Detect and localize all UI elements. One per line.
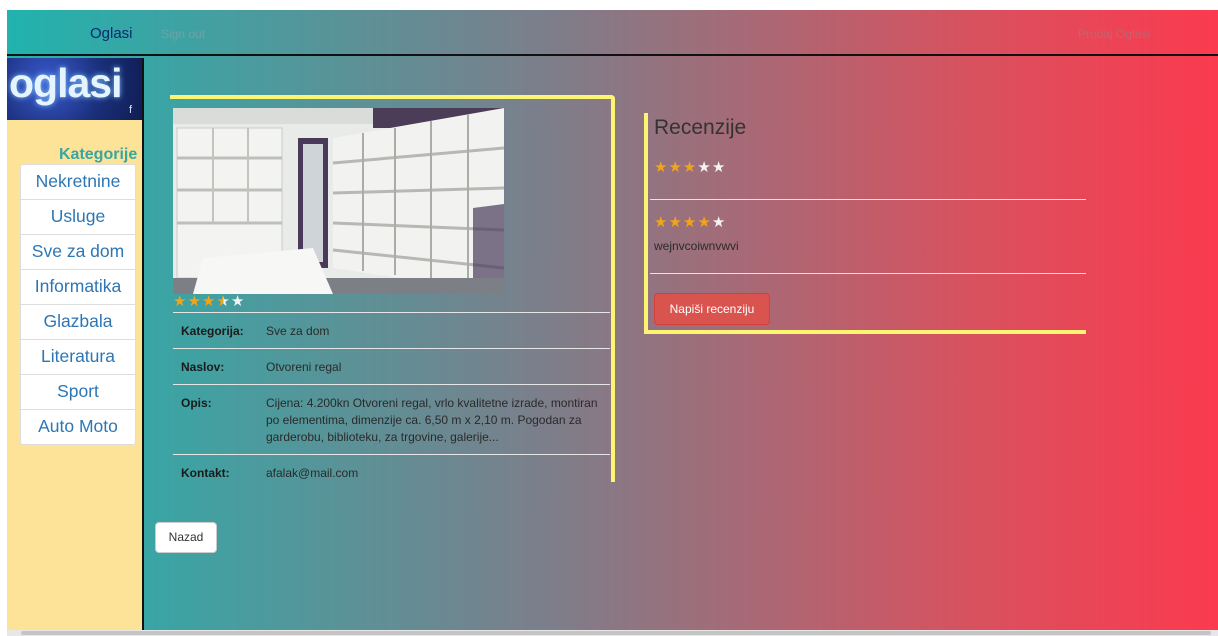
star-icon: ★ — [668, 214, 683, 231]
horizontal-scrollbar[interactable] — [7, 630, 1218, 636]
ad-info-table: Kategorija: Sve za dom Naslov: Otvoreni … — [173, 312, 610, 490]
reviews-panel: Recenzije ★★★★★ ★★★★★ wejnvcoiwnvwvi Nap… — [644, 113, 1086, 334]
star-half-icon: ★ — [216, 293, 231, 310]
back-button[interactable]: Nazad — [155, 522, 217, 553]
row-label: Naslov: — [173, 348, 258, 385]
category-list: Nekretnine Usluge Sve za dom Informatika… — [20, 164, 136, 445]
row-value: Otvoreni regal — [258, 348, 610, 385]
category-item-usluge[interactable]: Usluge — [20, 199, 136, 234]
review-rating-stars: ★★★★★ — [654, 158, 726, 176]
brand-link[interactable]: Oglasi — [90, 25, 133, 42]
scrollbar-thumb[interactable] — [21, 631, 1211, 635]
logo-text: oglasi — [9, 60, 122, 106]
row-label: Opis: — [173, 384, 258, 455]
row-label: Kategorija: — [173, 312, 258, 349]
review-rating-stars: ★★★★★ — [654, 213, 726, 231]
categories-title: Kategorije — [59, 146, 138, 163]
star-icon: ★ — [654, 214, 669, 231]
shelf-image — [173, 108, 504, 294]
star-icon: ★ — [668, 159, 683, 176]
category-item-sve-za-dom[interactable]: Sve za dom — [20, 234, 136, 269]
star-empty-icon: ★ — [711, 214, 727, 231]
star-icon: ★ — [682, 214, 698, 231]
sell-ad-link[interactable]: Prodaj Oglasi — [1078, 27, 1150, 41]
category-item-sport[interactable]: Sport — [20, 374, 136, 409]
sign-out-link[interactable]: Sign out — [161, 27, 205, 41]
row-label: Kontakt: — [173, 454, 258, 490]
table-row: Kategorija: Sve za dom — [173, 312, 610, 349]
star-icon: ★ — [654, 159, 669, 176]
table-row: Naslov: Otvoreni regal — [173, 348, 610, 385]
app-frame: Oglasi Sign out Prodaj Oglasi oglasi f K… — [7, 10, 1218, 636]
top-navbar: Oglasi Sign out Prodaj Oglasi — [7, 10, 1218, 56]
star-empty-icon: ★ — [230, 293, 246, 310]
review-divider — [650, 199, 1086, 200]
logo-mark: f — [128, 104, 132, 116]
star-empty-icon: ★ — [697, 159, 712, 176]
review-divider — [650, 273, 1086, 274]
ad-photo — [173, 108, 504, 294]
row-value: Sve za dom — [258, 312, 610, 349]
table-row: Opis: Cijena: 4.200kn Otvoreni regal, vr… — [173, 384, 610, 455]
table-row: Kontakt: afalak@mail.com — [173, 454, 610, 490]
category-item-auto-moto[interactable]: Auto Moto — [20, 409, 136, 445]
star-icon: ★ — [682, 159, 698, 176]
write-review-button[interactable]: Napiši recenziju — [654, 293, 770, 325]
category-item-informatika[interactable]: Informatika — [20, 269, 136, 304]
ad-detail-panel: ★★★★★ Kategorija: Sve za dom Naslov: Otv… — [170, 95, 615, 490]
star-empty-icon: ★ — [711, 159, 727, 176]
star-icon: ★ — [201, 293, 217, 310]
star-icon: ★ — [173, 293, 188, 310]
category-item-glazbala[interactable]: Glazbala — [20, 304, 136, 339]
star-icon: ★ — [187, 293, 202, 310]
row-value: Cijena: 4.200kn Otvoreni regal, vrlo kva… — [258, 384, 610, 455]
reviews-title: Recenzije — [654, 116, 747, 139]
oglasi-logo[interactable]: oglasi f — [7, 58, 142, 120]
star-icon: ★ — [697, 214, 712, 231]
review-text: wejnvcoiwnvwvi — [654, 239, 739, 253]
category-item-literatura[interactable]: Literatura — [20, 339, 136, 374]
sidebar: oglasi f Kategorije Nekretnine Usluge Sv… — [7, 58, 144, 636]
ad-rating-stars: ★★★★★ — [173, 294, 245, 310]
category-item-nekretnine[interactable]: Nekretnine — [20, 164, 136, 199]
row-value: afalak@mail.com — [258, 454, 610, 490]
